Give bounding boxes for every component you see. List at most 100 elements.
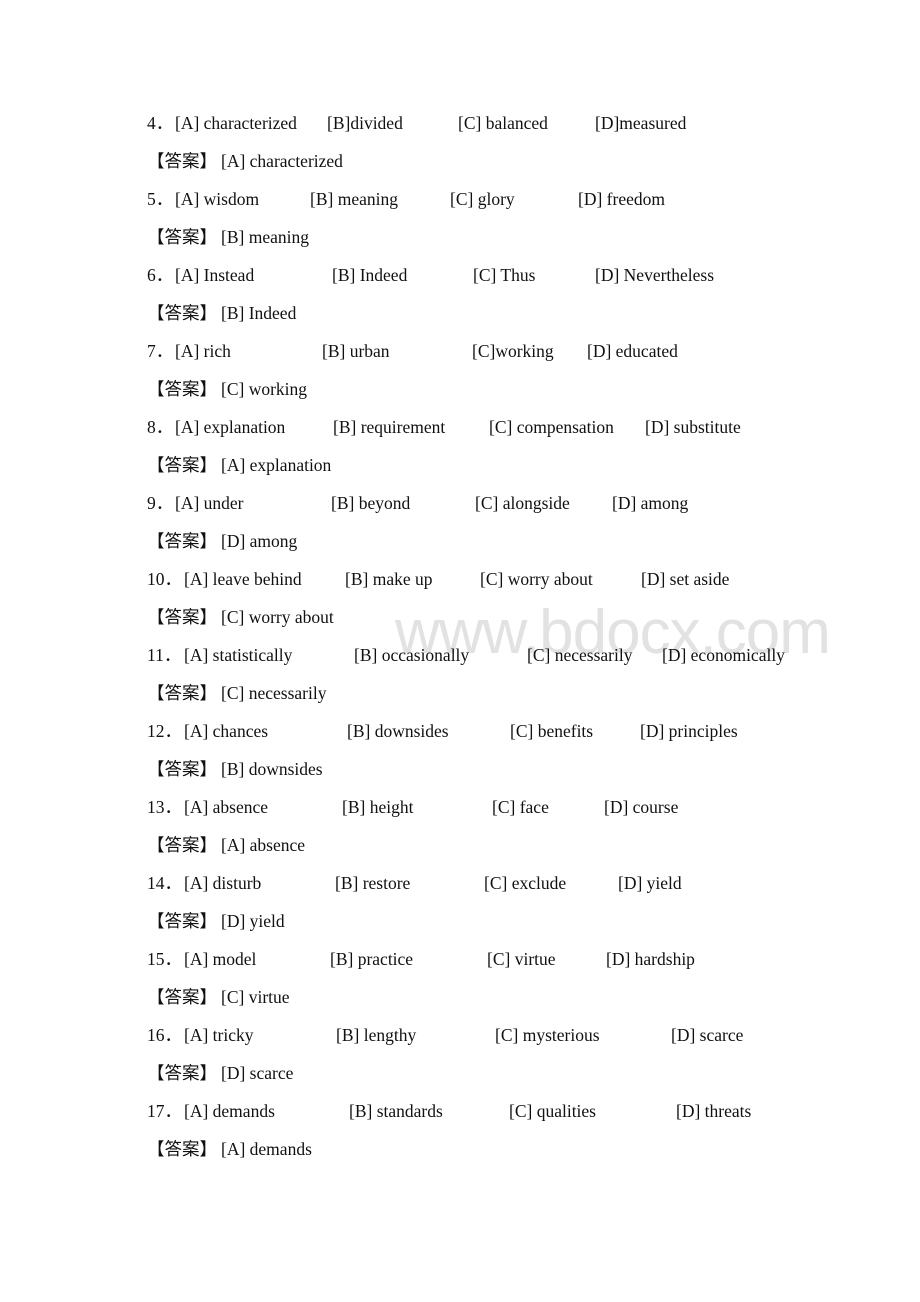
option-b: [B] occasionally <box>354 645 470 665</box>
option-a: [A] Instead <box>175 265 255 285</box>
question-row: 12． [A] chances [B] downsides [C] benefits [… <box>0 716 920 746</box>
answer-row: 【答案】 [A] demands <box>0 1134 920 1164</box>
answer-label: 【答案】 <box>147 531 217 551</box>
option-b: [B] lengthy <box>336 1025 417 1045</box>
question-number: 17． <box>147 1101 182 1121</box>
option-c: [C] benefits <box>510 721 594 741</box>
answer-row: 【答案】 [A] characterized <box>0 146 920 176</box>
question-row: 17． [A] demands [B] standards [C] qualities… <box>0 1096 920 1126</box>
option-c: [C] mysterious <box>495 1025 600 1045</box>
answer-row: 【答案】 [A] absence <box>0 830 920 860</box>
answer-row: 【答案】 [D] among <box>0 526 920 556</box>
answer-label: 【答案】 <box>147 683 217 703</box>
question-row: 11． [A] statistically [B] occasionally [C] … <box>0 640 920 670</box>
question-row: 16． [A] tricky [B] lengthy [C] mysterious [D… <box>0 1020 920 1050</box>
option-c: [C] balanced <box>458 113 548 133</box>
option-b: [B] Indeed <box>332 265 408 285</box>
option-d: [D] scarce <box>671 1025 744 1045</box>
option-c: [C] exclude <box>484 873 567 893</box>
option-b: [B] beyond <box>331 493 411 513</box>
question-row: 10． [A] leave behind [B] make up [C] worry … <box>0 564 920 594</box>
question-number: 15． <box>147 949 182 969</box>
question-number: 7． <box>147 341 174 361</box>
question-number: 16． <box>147 1025 182 1045</box>
option-c: [C] Thus <box>473 265 536 285</box>
question-row: 7． [A] rich [B] urban [C]working [D] educate… <box>0 336 920 366</box>
document-page: www.bdocx.com 4． [A] characterized [B]divi… <box>0 0 920 1302</box>
question-number: 5． <box>147 189 174 209</box>
option-a: [A] statistically <box>184 645 293 665</box>
option-a: [A] tricky <box>184 1025 254 1045</box>
answer-text: [D] scarce <box>221 1063 294 1083</box>
answer-text: [D] yield <box>221 911 285 931</box>
answer-row: 【答案】 [C] working <box>0 374 920 404</box>
option-b: [B] requirement <box>333 417 446 437</box>
option-c: [C] face <box>492 797 549 817</box>
option-d: [D] threats <box>676 1101 752 1121</box>
question-row: 13． [A] absence [B] height [C] face [D] cour… <box>0 792 920 822</box>
option-c: [C] alongside <box>475 493 570 513</box>
option-a: [A] chances <box>184 721 269 741</box>
question-row: 6． [A] Instead [B] Indeed [C] Thus [D] Never… <box>0 260 920 290</box>
option-d: [D] hardship <box>606 949 695 969</box>
question-row: 9． [A] under [B] beyond [C] alongside [D] am… <box>0 488 920 518</box>
option-b: [B] make up <box>345 569 433 589</box>
answer-label: 【答案】 <box>147 987 217 1007</box>
question-number: 12． <box>147 721 182 741</box>
answer-row: 【答案】 [B] meaning <box>0 222 920 252</box>
answer-row: 【答案】 [C] necessarily <box>0 678 920 708</box>
option-d: [D] economically <box>662 645 785 665</box>
option-b: [B] standards <box>349 1101 443 1121</box>
option-a: [A] demands <box>184 1101 275 1121</box>
option-d: [D] course <box>604 797 679 817</box>
answer-row: 【答案】 [C] virtue <box>0 982 920 1012</box>
option-b: [B] restore <box>335 873 411 893</box>
answer-label: 【答案】 <box>147 835 217 855</box>
option-a: [A] rich <box>175 341 231 361</box>
question-number: 8． <box>147 417 174 437</box>
question-row: 15． [A] model [B] practice [C] virtue [D] ha… <box>0 944 920 974</box>
option-c: [C] virtue <box>487 949 556 969</box>
answer-label: 【答案】 <box>147 303 217 323</box>
option-a: [A] model <box>184 949 257 969</box>
answer-label: 【答案】 <box>147 1139 217 1159</box>
option-c: [C] glory <box>450 189 515 209</box>
question-number: 10． <box>147 569 182 589</box>
answer-text: [A] explanation <box>221 455 332 475</box>
option-a: [A] characterized <box>175 113 297 133</box>
option-d: [D] substitute <box>645 417 741 437</box>
question-number: 4． <box>147 113 174 133</box>
answer-label: 【答案】 <box>147 1063 217 1083</box>
question-number: 11． <box>147 645 182 665</box>
option-b: [B] meaning <box>310 189 398 209</box>
answer-label: 【答案】 <box>147 455 217 475</box>
answer-text: [C] working <box>221 379 308 399</box>
question-row: 14． [A] disturb [B] restore [C] exclude [D] … <box>0 868 920 898</box>
option-d: [D]measured <box>595 113 687 133</box>
question-number: 9． <box>147 493 174 513</box>
answer-label: 【答案】 <box>147 379 217 399</box>
question-row: 8． [A] explanation [B] requirement [C] comp… <box>0 412 920 442</box>
option-d: [D] Nevertheless <box>595 265 715 285</box>
question-number: 14． <box>147 873 182 893</box>
option-b: [B] urban <box>322 341 390 361</box>
option-d: [D] freedom <box>578 189 665 209</box>
answer-label: 【答案】 <box>147 911 217 931</box>
option-a: [A] wisdom <box>175 189 260 209</box>
option-d: [D] yield <box>618 873 682 893</box>
answer-text: [B] meaning <box>221 227 309 247</box>
answer-text: [B] downsides <box>221 759 323 779</box>
answer-row: 【答案】 [B] downsides <box>0 754 920 784</box>
answer-row: 【答案】 [A] explanation <box>0 450 920 480</box>
option-d: [D] educated <box>587 341 678 361</box>
answer-row: 【答案】 [B] Indeed <box>0 298 920 328</box>
option-c: [C] necessarily <box>527 645 633 665</box>
answer-text: [D] among <box>221 531 298 551</box>
answer-text: [A] demands <box>221 1139 312 1159</box>
answer-label: 【答案】 <box>147 227 217 247</box>
option-a: [A] leave behind <box>184 569 302 589</box>
option-b: [B] height <box>342 797 414 817</box>
option-d: [D] set aside <box>641 569 730 589</box>
question-number: 13． <box>147 797 182 817</box>
answer-row: 【答案】 [C] worry about <box>0 602 920 632</box>
